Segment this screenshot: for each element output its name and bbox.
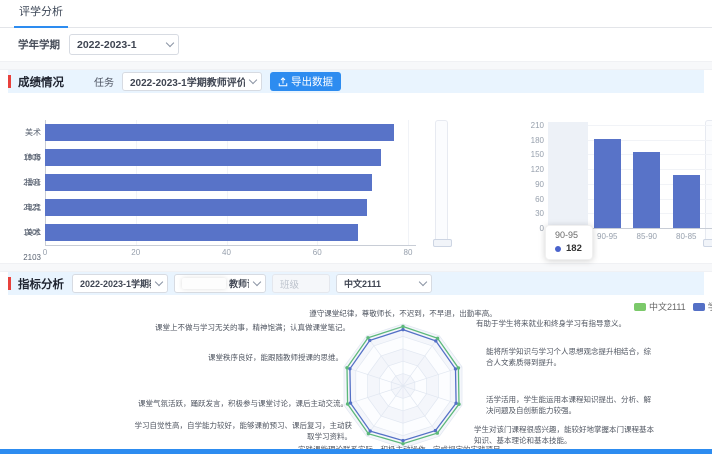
tab-bar: 评学分析 (0, 0, 712, 28)
y-axis-tick-label: 30 (512, 209, 544, 218)
chevron-down-icon (155, 278, 163, 286)
score-section-title: 成绩情况 (18, 74, 64, 90)
class-select[interactable]: 中文2111 (336, 274, 432, 293)
score-section-header: 成绩情况 任务 2022-2023-1学期教师评价 导出数据 (8, 70, 704, 93)
indicator-task-value: 2022-2023-1学期教师评价 (80, 277, 151, 290)
term-filter-bar: 学年学期 2022-2023-1 (0, 28, 712, 61)
class-input-placeholder: 班级 (280, 277, 299, 291)
radar-data-point[interactable] (454, 402, 457, 405)
bottom-accent-bar (0, 449, 712, 454)
x-axis-line (45, 245, 416, 246)
bar[interactable] (45, 174, 372, 191)
section-accent (8, 75, 11, 88)
x-axis-tick-label: 80 (393, 248, 423, 257)
chevron-down-icon (166, 39, 174, 47)
radar-data-point[interactable] (436, 431, 439, 434)
indicator-section-header: 指标分析 2022-2023-1学期教师评价 教师评学调 班级 中文2111 (8, 272, 704, 295)
radar-data-point[interactable] (367, 432, 370, 435)
radar-data-point[interactable] (345, 366, 348, 369)
radar-indicator-label: 活学活用，学生能运用本课程知识提出、分析、解决问题及自创新能力较强。 (486, 395, 658, 417)
y-axis-tick-label: 0 (512, 224, 544, 233)
bar[interactable] (45, 199, 367, 216)
bar[interactable] (673, 175, 700, 228)
bar[interactable] (45, 124, 394, 141)
task-select[interactable]: 2022-2023-1学期教师评价 (122, 72, 262, 91)
y-axis-tick-label: 210 (512, 121, 544, 130)
indicator-card: 指标分析 2022-2023-1学期教师评价 教师评学调 班级 中文2111 (8, 272, 704, 455)
term-select-value: 2022-2023-1 (77, 39, 162, 51)
chart-tooltip: 90-95 182 (545, 225, 593, 260)
bar[interactable] (45, 224, 358, 241)
radar-data-point[interactable] (454, 367, 457, 370)
score-card: 成绩情况 任务 2022-2023-1学期教师评价 导出数据 (8, 70, 704, 263)
indicator-task-select[interactable]: 2022-2023-1学期教师评价 (72, 274, 168, 293)
survey-select-value: 教师评学调 (229, 277, 249, 290)
indicator-section-title: 指标分析 (18, 276, 64, 292)
tooltip-value: 182 (566, 243, 582, 254)
divider (0, 263, 712, 272)
datazoom-slider[interactable] (435, 120, 448, 245)
radar-data-point[interactable] (366, 336, 369, 339)
bar[interactable] (633, 152, 660, 228)
y-axis-tick-label: 120 (512, 165, 544, 174)
x-axis-tick-label: 40 (212, 248, 242, 257)
radar-indicator-label: 能将所学知识与学习个人思想观念提升相结合，综合人文素质得到提升。 (486, 347, 656, 369)
chevron-down-icon (419, 278, 427, 286)
radar-indicator-label: 课堂上不做与学习无关的事，精神饱满；认真做课堂笔记。 (115, 323, 350, 334)
radar-data-point[interactable] (401, 439, 404, 442)
radar-data-point[interactable] (401, 328, 404, 331)
x-axis-tick-label: 80-85 (664, 232, 708, 241)
tooltip-series-dot (555, 246, 561, 252)
radar-indicator-label: 遵守课堂纪律，尊敬师长，不迟到，不早退，出勤率高。 (309, 309, 497, 320)
datazoom-handle[interactable] (433, 239, 452, 247)
bar[interactable] (45, 149, 381, 166)
tooltip-category: 90-95 (555, 230, 582, 240)
indicator-radar-chart: 中文2111 学 遵守课堂纪律，尊敬师长，不迟到，不早退，出勤率高。有助于学生将… (8, 295, 704, 455)
score-charts: 90-95 182 020406080美术1906体育2101播音2121电竞1… (8, 93, 704, 263)
x-axis-tick-label: 20 (121, 248, 151, 257)
x-axis-tick-label: 60 (302, 248, 332, 257)
radar-data-point[interactable] (348, 367, 351, 370)
tab-evaluation-analysis[interactable]: 评学分析 (14, 3, 68, 28)
term-select[interactable]: 2022-2023-1 (69, 34, 179, 55)
redacted-text-block (182, 278, 226, 289)
class-select-value: 中文2111 (344, 277, 415, 290)
y-axis-tick-label: 150 (512, 150, 544, 159)
radar-indicator-label: 课堂气氛活跃，踊跃发言，积极参与课堂讨论，课后主动交流。 (113, 399, 348, 410)
radar-indicator-label: 有助于学生将来就业和终身学习有指导意义。 (476, 319, 681, 330)
radar-data-point[interactable] (457, 366, 460, 369)
radar-indicator-label: 学生对该门课程很感兴趣，能较好地掌握本门课程基本知识、基本理论和基本技能。 (474, 425, 654, 447)
export-data-button[interactable]: 导出数据 (270, 72, 341, 91)
y-axis-tick-label: 60 (512, 195, 544, 204)
hover-highlight-band (548, 122, 588, 228)
divider (0, 61, 712, 70)
x-axis-tick-label: 85-90 (625, 232, 669, 241)
radar-indicator-label: 课堂秩序良好，能跟随教师授课的思维。 (113, 353, 343, 364)
task-select-value: 2022-2023-1学期教师评价 (130, 74, 245, 89)
survey-select[interactable]: 教师评学调 (174, 274, 266, 293)
chevron-down-icon (253, 278, 261, 286)
radar-data-point[interactable] (436, 337, 439, 340)
chevron-down-icon (249, 76, 257, 84)
task-label: 任务 (94, 74, 114, 89)
export-icon (278, 77, 288, 87)
class-input-disabled: 班级 (272, 274, 330, 293)
legend-label: 学 (708, 300, 712, 313)
radar-data-point[interactable] (349, 401, 352, 404)
bar[interactable] (594, 139, 621, 228)
radar-indicator-label: 学习自觉性高，自学能力较好，能够课前预习、课后复习，主动获取学习资料。 (132, 421, 352, 443)
radar-data-point[interactable] (457, 403, 460, 406)
page: 评学分析 学年学期 2022-2023-1 成绩情况 任务 2022-2023-… (0, 0, 712, 455)
category-label: 美术2103 (8, 220, 41, 270)
grid-line (408, 120, 409, 245)
term-label: 学年学期 (18, 37, 60, 52)
y-axis-tick-label: 90 (512, 180, 544, 189)
radar-data-point[interactable] (401, 325, 404, 328)
section-accent (8, 277, 11, 290)
export-button-label: 导出数据 (291, 74, 333, 89)
y-axis-tick-label: 180 (512, 136, 544, 145)
